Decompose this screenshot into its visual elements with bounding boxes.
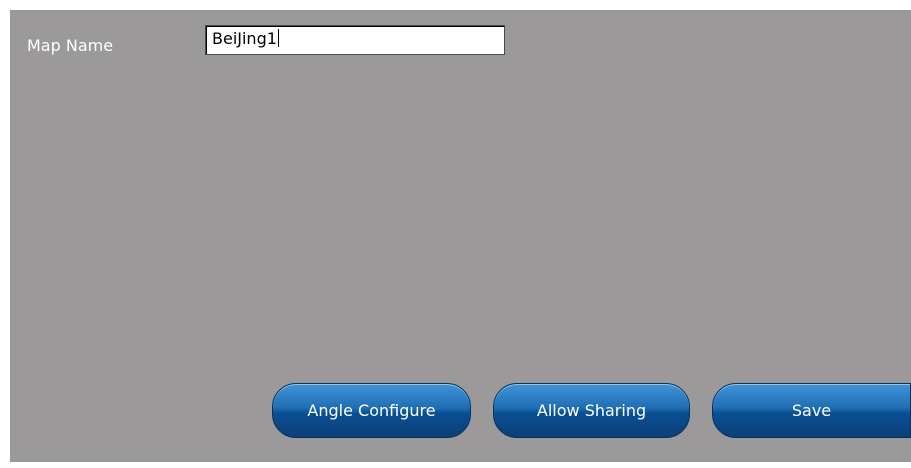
save-button[interactable]: Save — [712, 383, 911, 438]
angle-configure-button[interactable]: Angle Configure — [272, 383, 471, 438]
text-cursor — [277, 29, 279, 47]
map-name-input[interactable]: BeiJing1 — [205, 25, 505, 55]
allow-sharing-button[interactable]: Allow Sharing — [493, 383, 690, 438]
map-name-value: BeiJing1 — [212, 29, 277, 48]
map-settings-panel: Map Name BeiJing1 Angle Configure Allow … — [10, 10, 911, 462]
map-name-label: Map Name — [27, 36, 114, 55]
